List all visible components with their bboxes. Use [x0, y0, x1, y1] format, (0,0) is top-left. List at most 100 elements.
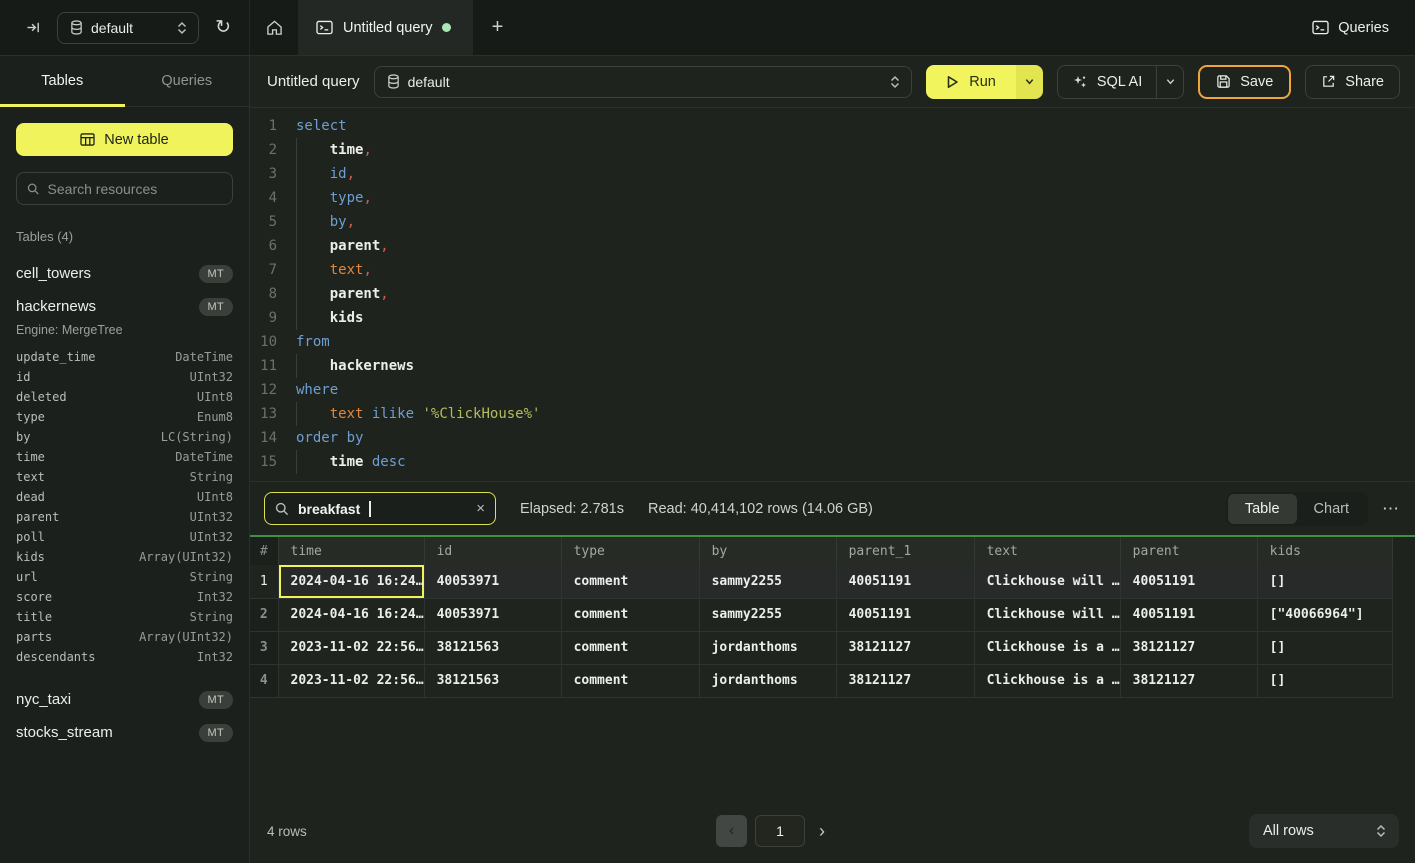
column-row[interactable]: byLC(String) — [16, 427, 233, 447]
sidebar-item-cell-towers[interactable]: cell_towers MT — [16, 257, 233, 290]
column-row[interactable]: kidsArray(UInt32) — [16, 547, 233, 567]
refresh-button[interactable]: ↻ — [211, 14, 235, 41]
column-row[interactable]: timeDateTime — [16, 447, 233, 467]
table-cell[interactable]: comment — [561, 598, 699, 631]
column-row[interactable]: idUInt32 — [16, 367, 233, 387]
table-cell[interactable]: 38121127 — [836, 664, 974, 697]
sidebar-item-nyc-taxi[interactable]: nyc_taxi MT — [16, 683, 233, 716]
editor-line[interactable]: 1select — [250, 114, 1415, 138]
table-cell[interactable]: 2023-11-02 22:56… — [278, 631, 424, 664]
sql-editor[interactable]: 1select2 time,3 id,4 type,5 by,6 parent,… — [250, 108, 1415, 481]
sidebar-item-stocks-stream[interactable]: stocks_stream MT — [16, 716, 233, 749]
column-row[interactable]: pollUInt32 — [16, 527, 233, 547]
results-search-input[interactable]: breakfast × — [264, 492, 496, 525]
table-cell[interactable]: [] — [1257, 565, 1392, 598]
table-cell[interactable]: 2024-04-16 16:24… — [278, 598, 424, 631]
column-row[interactable]: deletedUInt8 — [16, 387, 233, 407]
table-cell[interactable]: 2024-04-16 16:24… — [278, 565, 424, 598]
editor-line[interactable]: 8 parent, — [250, 282, 1415, 306]
table-cell[interactable]: 40051191 — [1120, 598, 1257, 631]
clear-search-button[interactable]: × — [476, 500, 485, 517]
column-header[interactable]: parent — [1120, 537, 1257, 565]
column-row[interactable]: partsArray(UInt32) — [16, 627, 233, 647]
sql-ai-options-button[interactable] — [1156, 66, 1183, 98]
column-header[interactable]: parent_1 — [836, 537, 974, 565]
table-cell[interactable]: comment — [561, 565, 699, 598]
sidebar-tab-tables[interactable]: Tables — [0, 56, 125, 106]
sidebar-search-input[interactable] — [48, 181, 222, 197]
table-cell[interactable]: comment — [561, 631, 699, 664]
editor-line[interactable]: 7 text, — [250, 258, 1415, 282]
queries-link[interactable]: Queries — [1312, 0, 1415, 55]
column-row[interactable]: descendantsInt32 — [16, 647, 233, 667]
editor-line[interactable]: 11 hackernews — [250, 354, 1415, 378]
new-table-button[interactable]: New table — [16, 123, 233, 156]
database-selector[interactable]: default — [57, 12, 199, 44]
table-cell[interactable]: 38121127 — [1120, 631, 1257, 664]
table-cell[interactable]: [] — [1257, 631, 1392, 664]
table-cell[interactable]: sammy2255 — [699, 598, 836, 631]
view-toggle-table[interactable]: Table — [1228, 494, 1297, 524]
row-number[interactable]: 4 — [250, 664, 278, 697]
column-row[interactable]: typeEnum8 — [16, 407, 233, 427]
previous-page-button[interactable]: ‹ — [716, 815, 747, 847]
more-options-button[interactable]: ⋯ — [1382, 499, 1400, 519]
view-toggle-chart[interactable]: Chart — [1297, 494, 1366, 524]
table-cell[interactable]: jordanthoms — [699, 664, 836, 697]
column-header[interactable]: id — [424, 537, 561, 565]
table-cell[interactable]: 40053971 — [424, 598, 561, 631]
editor-line[interactable]: 4 type, — [250, 186, 1415, 210]
editor-line[interactable]: 10from — [250, 330, 1415, 354]
table-cell[interactable]: 38121127 — [836, 631, 974, 664]
column-row[interactable]: parentUInt32 — [16, 507, 233, 527]
column-header[interactable]: type — [561, 537, 699, 565]
row-number[interactable]: 1 — [250, 565, 278, 598]
table-cell[interactable]: 38121563 — [424, 631, 561, 664]
column-row[interactable]: titleString — [16, 607, 233, 627]
column-row[interactable]: scoreInt32 — [16, 587, 233, 607]
sql-ai-button[interactable]: SQL AI — [1058, 66, 1156, 98]
new-tab-button[interactable]: + — [473, 0, 521, 55]
column-header[interactable]: text — [974, 537, 1120, 565]
table-cell[interactable]: 40051191 — [836, 565, 974, 598]
editor-line[interactable]: 5 by, — [250, 210, 1415, 234]
table-cell[interactable]: 40051191 — [836, 598, 974, 631]
column-row[interactable]: textString — [16, 467, 233, 487]
table-cell[interactable]: comment — [561, 664, 699, 697]
column-header[interactable]: # — [250, 537, 278, 565]
sidebar-tab-queries[interactable]: Queries — [125, 56, 250, 106]
editor-line[interactable]: 14order by — [250, 426, 1415, 450]
table-cell[interactable]: 40051191 — [1120, 565, 1257, 598]
table-cell[interactable]: [] — [1257, 664, 1392, 697]
sidebar-item-hackernews[interactable]: hackernews MT — [16, 290, 233, 323]
tab-untitled-query[interactable]: Untitled query — [298, 0, 473, 55]
home-tab[interactable] — [250, 0, 298, 55]
editor-line[interactable]: 12where — [250, 378, 1415, 402]
table-cell[interactable]: Clickhouse will … — [974, 598, 1120, 631]
page-size-selector[interactable]: All rows — [1249, 814, 1399, 848]
table-cell[interactable]: 40053971 — [424, 565, 561, 598]
table-cell[interactable]: jordanthoms — [699, 631, 836, 664]
column-header[interactable]: by — [699, 537, 836, 565]
table-cell[interactable]: 38121563 — [424, 664, 561, 697]
table-cell[interactable]: 2023-11-02 22:56… — [278, 664, 424, 697]
row-number[interactable]: 3 — [250, 631, 278, 664]
run-button[interactable]: Run — [926, 65, 1016, 99]
table-cell[interactable]: sammy2255 — [699, 565, 836, 598]
column-header[interactable]: kids — [1257, 537, 1392, 565]
next-page-button[interactable]: › — [813, 821, 831, 842]
editor-line[interactable]: 6 parent, — [250, 234, 1415, 258]
query-database-selector[interactable]: default — [374, 66, 913, 98]
share-button[interactable]: Share — [1305, 65, 1400, 99]
table-cell[interactable]: ["40066964"] — [1257, 598, 1392, 631]
collapse-sidebar-button[interactable] — [22, 16, 45, 39]
page-number-input[interactable]: 1 — [755, 815, 805, 847]
column-row[interactable]: deadUInt8 — [16, 487, 233, 507]
editor-line[interactable]: 15 time desc — [250, 450, 1415, 474]
editor-line[interactable]: 13 text ilike '%ClickHouse%' — [250, 402, 1415, 426]
run-options-button[interactable] — [1016, 65, 1043, 99]
save-button[interactable]: Save — [1198, 65, 1291, 99]
editor-line[interactable]: 3 id, — [250, 162, 1415, 186]
editor-line[interactable]: 9 kids — [250, 306, 1415, 330]
column-header[interactable]: time — [278, 537, 424, 565]
